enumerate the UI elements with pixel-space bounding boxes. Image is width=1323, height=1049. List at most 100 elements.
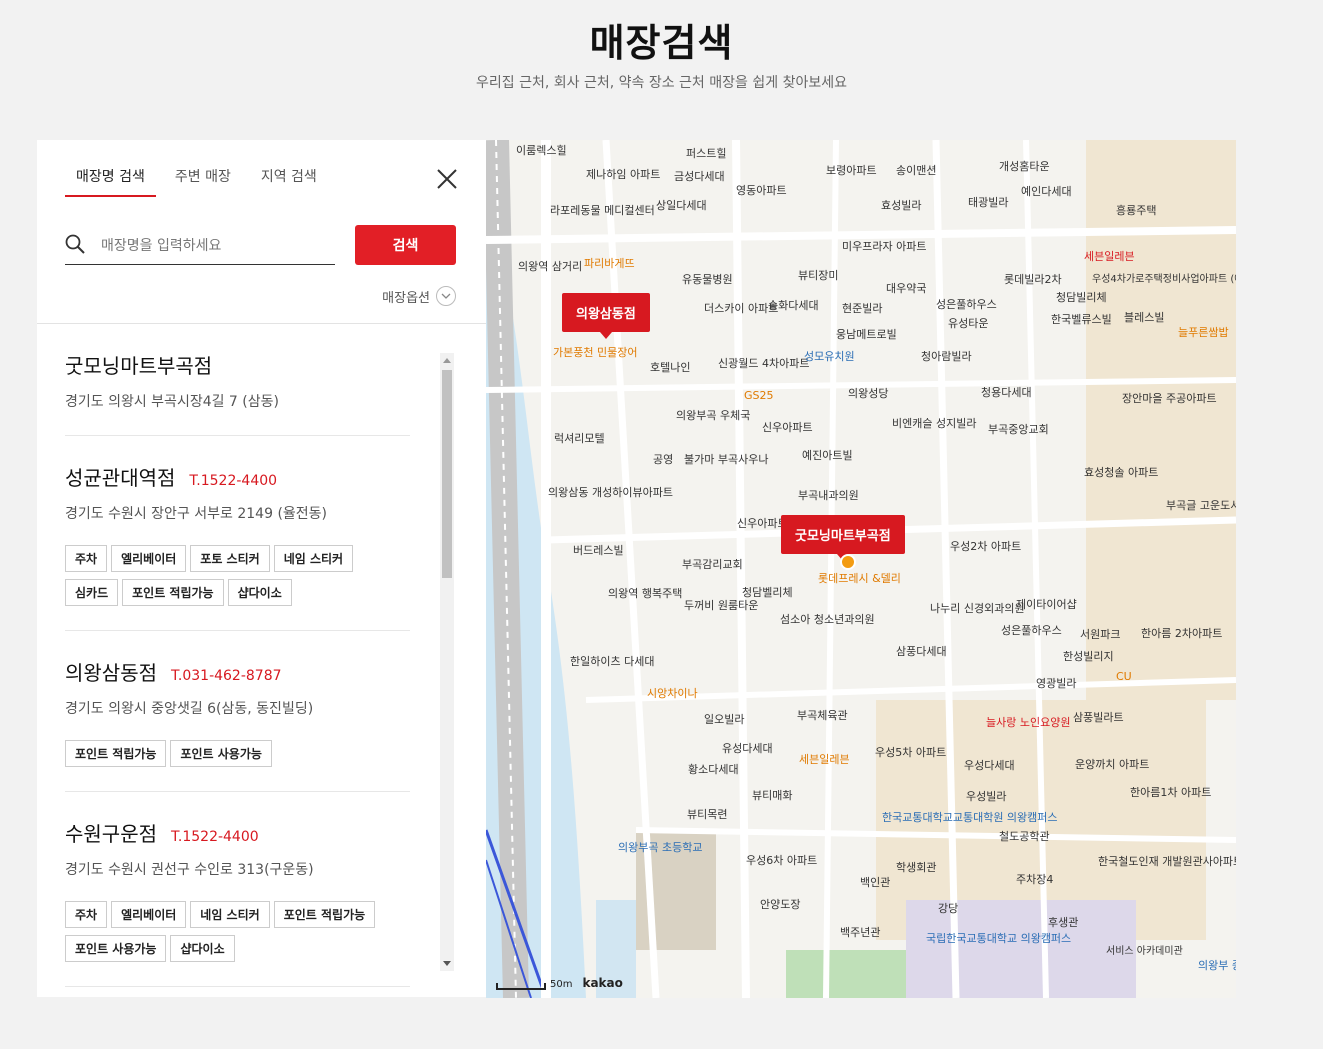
map-label: 웅남메트로빌 [836, 328, 897, 341]
store-item[interactable]: 수원구운점 T.1522-4400 경기도 수원시 권선구 수인로 313(구운동… [65, 792, 410, 987]
map-label: GS25 [744, 389, 774, 402]
map-label: 제나하임 아파트 [586, 168, 661, 181]
store-tag: 샵다이소 [170, 935, 235, 962]
map-label: CU [1116, 670, 1132, 683]
map-label: 의왕성당 [848, 387, 889, 400]
tab-region-search[interactable]: 지역 검색 [250, 166, 328, 197]
map-label: 비엔캐슬 성지빌라 [892, 417, 977, 430]
search-field [65, 228, 335, 265]
store-tag: 포인트 사용가능 [65, 935, 167, 962]
map-label: 한성빌리지 [1063, 650, 1114, 663]
map-pin-goodmorning-bugok[interactable]: 굿모닝마트부곡점 [781, 515, 905, 561]
store-search-panel: 매장명 검색 주변 매장 지역 검색 검색 매장옵션 굿모닝마트부곡점 경기도 … [37, 140, 486, 997]
chevron-down-icon [436, 286, 456, 306]
store-tag: 포인트 적립가능 [273, 901, 376, 928]
map-label: 보령아파트 [826, 164, 877, 177]
map-scale: 50m kakao [496, 976, 623, 990]
map-label: 이룸렉스힐 [516, 144, 567, 157]
map-label: 국립한국교통대학교 의왕캠퍼스 [926, 932, 1072, 945]
map-label: 시앙차이나 [647, 687, 698, 700]
search-icon [65, 234, 85, 254]
map-label: 늘사랑 노인요양원 [986, 716, 1071, 729]
map-label: 두꺼비 원룸타운 [684, 599, 759, 612]
map-label: 부곡감리교회 [682, 558, 743, 571]
map-label: 영광빌라 [1036, 677, 1077, 690]
map-label: 송이맨션 [896, 164, 937, 177]
map-label: 효성빌라 [881, 199, 922, 212]
store-item[interactable]: 성균관대역점 T.1522-4400 경기도 수원시 장안구 서부로 2149 (… [65, 436, 410, 631]
map-label: 백주년관 [840, 926, 881, 939]
map-label: 청담빌리체 [1056, 291, 1107, 304]
map-label: 부곡중앙교회 [988, 423, 1049, 436]
store-name: 성균관대역점 [65, 466, 176, 490]
search-button[interactable]: 검색 [355, 225, 456, 265]
scroll-thumb[interactable] [442, 370, 452, 578]
store-tag: 심카드 [65, 579, 119, 606]
store-map[interactable]: 이룸렉스힐 제나하임 아파트 퍼스트힐 금성다세대 보령아파트 송이맨션 개성홈… [486, 140, 1236, 998]
map-label: 호텔나인 [650, 361, 691, 374]
map-label: 우성5차 아파트 [875, 746, 947, 759]
store-tag: 네임 스티커 [273, 545, 354, 572]
store-name: 굿모닝마트부곡점 [65, 354, 213, 378]
store-tag: 샵다이소 [227, 579, 292, 606]
map-label: 우성2차 아파트 [950, 540, 1022, 553]
store-name-input[interactable] [99, 232, 333, 260]
list-scrollbar[interactable] [440, 353, 454, 971]
map-label: 성모유치원 [804, 350, 855, 363]
tab-nearby-stores[interactable]: 주변 매장 [164, 166, 242, 197]
map-label: 부곡글 고운도서관 [1166, 499, 1236, 512]
store-list: 굿모닝마트부곡점 경기도 의왕시 부곡시장4길 7 (삼동) 성균관대역점 T.1… [65, 324, 410, 997]
map-label: 뷰티목련 [687, 808, 728, 821]
map-label: 유동물병원 [682, 273, 733, 286]
scroll-down-arrow-icon[interactable] [443, 961, 451, 966]
map-label: 우성다세대 [964, 759, 1015, 772]
map-label: 우성6차 아파트 [746, 854, 818, 867]
store-tags: 주차 엘리베이터 네임 스티커 포인트 적립가능 포인트 사용가능 샵다이소 [65, 901, 410, 962]
store-tag: 포인트 적립가능 [122, 579, 224, 606]
store-address: 경기도 의왕시 중앙샛길 6(삼동, 동진빌딩) [65, 701, 314, 717]
map-label: 성은풀하우스 [936, 298, 997, 311]
store-option-toggle[interactable]: 매장옵션 [382, 286, 456, 306]
map-label: 영동아파트 [736, 184, 787, 197]
map-pin-uiwang-samdong[interactable]: 의왕삼동점 [562, 293, 650, 339]
store-tag: 포토 스티커 [190, 545, 270, 572]
map-label: 서원파크 [1080, 628, 1121, 641]
map-label: 부곡체육관 [797, 709, 848, 722]
store-tag: 네임 스티커 [190, 901, 270, 928]
map-label: 삼풍다세대 [896, 645, 947, 658]
store-tag: 엘리베이터 [111, 901, 187, 928]
store-item[interactable]: 의왕삼동점 T.031-462-8787 경기도 의왕시 중앙샛길 6(삼동, 동… [65, 631, 410, 792]
map-label: 금성다세대 [674, 170, 725, 183]
map-label: 파리바게뜨 [584, 257, 635, 270]
store-location-icon[interactable] [840, 554, 856, 570]
store-tag: 주차 [65, 545, 108, 572]
map-label: 뷰티장미 [798, 269, 839, 282]
map-label: 섬소아 청소년과의원 [780, 613, 875, 626]
map-label: 블레스빌 [1124, 311, 1165, 324]
scale-bar [496, 983, 546, 990]
map-label: 의왕역 삼거리 [518, 260, 583, 273]
map-label: 철도공학관 [999, 830, 1050, 843]
close-icon[interactable] [436, 168, 458, 190]
store-tags: 주차 엘리베이터 포토 스티커 네임 스티커 심카드 포인트 적립가능 샵다이소 [65, 545, 410, 606]
scroll-up-arrow-icon[interactable] [443, 358, 451, 363]
map-label: 개성홈타운 [999, 160, 1050, 173]
map-label: 성은풀하우스 [1001, 624, 1062, 637]
map-label: 신우아파트 [762, 421, 813, 434]
map-label: 미우프라자 아파트 [842, 240, 927, 253]
map-label: 한국벨류스빌 [1051, 313, 1112, 326]
map-label: 강당 [938, 902, 959, 915]
tab-name-search[interactable]: 매장명 검색 [65, 166, 156, 197]
map-label: 의왕삼동 개성하이뷰아파트 [548, 486, 673, 499]
map-label: 일오빌라 [704, 713, 745, 726]
store-tag: 포인트 적립가능 [65, 740, 167, 767]
map-label: 청아람빌라 [921, 350, 972, 363]
map-label: 서비스 아카데미관 [1106, 946, 1183, 957]
map-label: 현준빌라 [842, 302, 883, 315]
store-item[interactable]: 굿모닝마트부곡점 경기도 의왕시 부곡시장4길 7 (삼동) [65, 324, 410, 436]
map-label: 유성다세대 [722, 742, 773, 755]
store-tag: 포인트 사용가능 [170, 740, 272, 767]
map-label: 의왕역 행복주택 [608, 587, 683, 600]
map-label: 의왕부 중학교 [1198, 959, 1236, 972]
map-label: 학생회관 [896, 861, 937, 874]
